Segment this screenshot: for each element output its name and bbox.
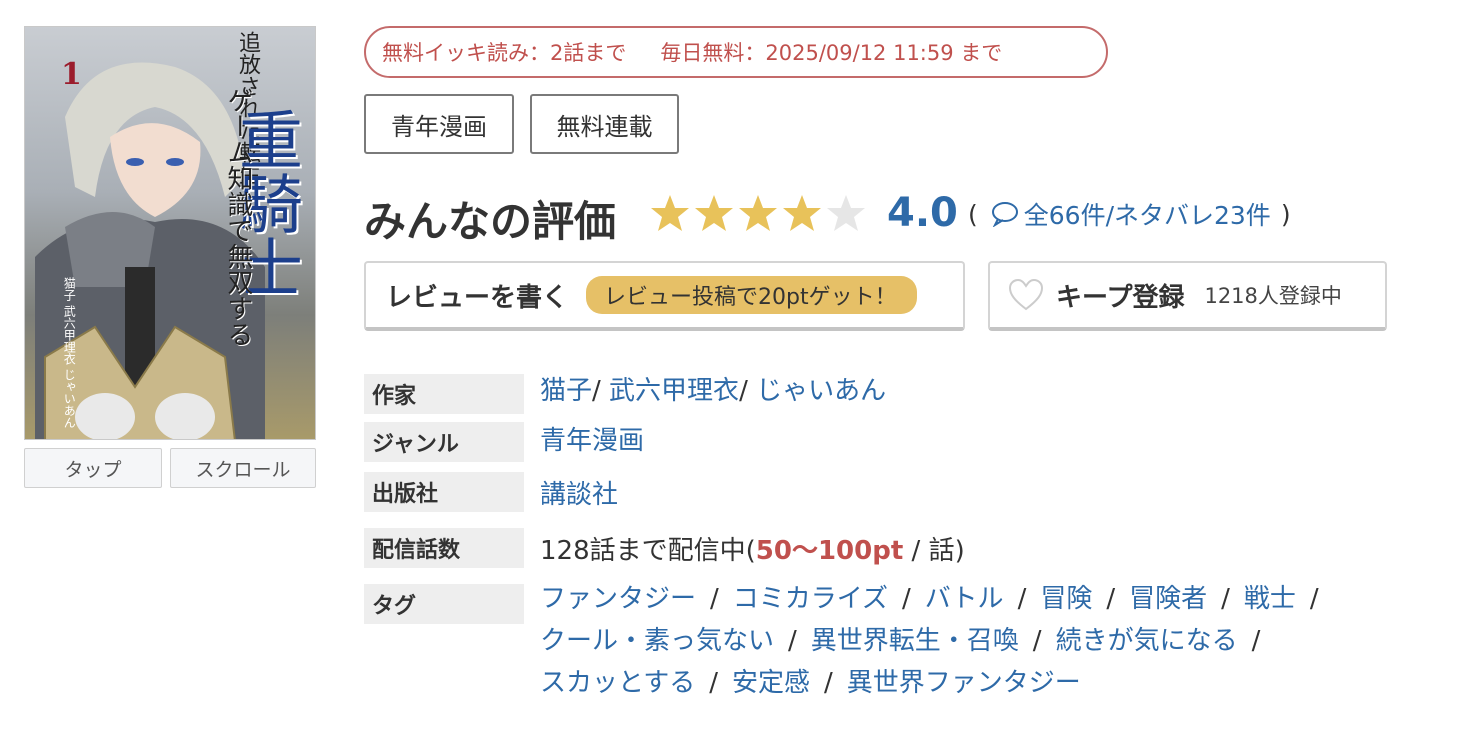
tap-viewer-button[interactable]: タップ xyxy=(24,448,162,488)
tags-label: タグ xyxy=(364,584,524,624)
tag-separator: / xyxy=(824,668,833,698)
tag-link[interactable]: コミカライズ xyxy=(733,584,888,614)
episodes-prefix: 128話まで配信中( xyxy=(540,536,756,566)
book-cover-image[interactable]: 1 追放された転生 重騎士 ゲーム知識で無双する 猫子 武六甲理衣 じゃいあん xyxy=(24,26,316,440)
tag-separator: / xyxy=(1106,584,1116,614)
genre-link[interactable]: 青年漫画 xyxy=(540,426,644,456)
star-filled-icon xyxy=(739,195,777,231)
reviews-link[interactable]: 全66件/ネタバレ23件 xyxy=(1024,196,1271,232)
tag-separator: / xyxy=(1251,626,1261,656)
tag-link[interactable]: クール・素っ気ない xyxy=(540,626,774,656)
daily-free-text: 毎日無料：2025/09/12 11:59 まで xyxy=(660,41,1003,65)
rating-stars xyxy=(650,193,866,233)
keep-count: 1218人登録中 xyxy=(1204,284,1342,308)
tag-link[interactable]: 続きが気になる xyxy=(1056,626,1238,656)
comment-bubble-icon xyxy=(991,202,1018,227)
cover-credits: 猫子 武六甲理衣 じゃいあん xyxy=(62,277,77,429)
free-ikki-text: 無料イッキ読み：2話まで xyxy=(382,41,627,65)
write-review-label: レビューを書く xyxy=(386,282,569,313)
rating-score: 4.0 xyxy=(887,190,958,236)
author-label: 作家 xyxy=(364,374,524,414)
tag-separator: / xyxy=(1017,584,1027,614)
episodes-price: 50〜100pt xyxy=(755,536,904,566)
tag-link[interactable]: 安定感 xyxy=(732,668,810,698)
tag-seinen-manga[interactable]: 青年漫画 xyxy=(364,94,514,154)
cover-title-sub: ゲーム知識で無双する xyxy=(223,87,253,347)
author-values: 猫子/ 武六甲理衣/ じゃいあん xyxy=(540,376,887,406)
episodes-value: 128話まで配信中(50〜100pt / 話) xyxy=(540,530,965,567)
tag-separator: / xyxy=(788,626,797,656)
scroll-viewer-button[interactable]: スクロール xyxy=(170,448,316,488)
episodes-label: 配信話数 xyxy=(364,528,524,568)
tag-separator: / xyxy=(709,668,718,698)
tag-separator: / xyxy=(1309,584,1319,614)
reviews-open-paren: ( xyxy=(968,199,978,229)
write-review-button[interactable]: レビューを書く レビュー投稿で20ptゲット！ xyxy=(364,261,965,331)
publisher-label: 出版社 xyxy=(364,472,524,512)
tag-link[interactable]: ファンタジー xyxy=(540,584,696,614)
tag-free-serial[interactable]: 無料連載 xyxy=(530,94,679,154)
star-empty-icon xyxy=(827,195,865,231)
tag-link[interactable]: バトル xyxy=(925,584,1004,614)
tag-separator: / xyxy=(1221,584,1230,614)
tag-link[interactable]: スカッとする xyxy=(540,668,695,698)
publisher-value: 講談社 xyxy=(540,474,618,511)
author-link-1[interactable]: 猫子 xyxy=(540,376,592,406)
tag-separator: / xyxy=(1032,626,1042,656)
reviews-close-paren: ) xyxy=(1280,199,1291,229)
keep-label: キープ登録 xyxy=(1056,282,1185,313)
tag-link[interactable]: 戦士 xyxy=(1244,584,1296,614)
genre-value: 青年漫画 xyxy=(540,420,644,457)
star-filled-icon xyxy=(783,195,821,231)
reviews-summary: ( 全66件/ネタバレ23件 ) xyxy=(968,196,1291,232)
star-filled-icon xyxy=(695,195,733,231)
review-promo-badge: レビュー投稿で20ptゲット！ xyxy=(586,276,917,314)
star-filled-icon xyxy=(651,195,689,231)
episodes-suffix: / 話) xyxy=(903,536,965,566)
tag-separator: / xyxy=(710,584,719,614)
tag-link[interactable]: 冒険者 xyxy=(1129,584,1207,614)
publisher-link[interactable]: 講談社 xyxy=(540,480,618,510)
cover-volume-number: 1 xyxy=(61,57,82,92)
tag-link[interactable]: 異世界転生・召喚 xyxy=(811,626,1019,656)
tag-link[interactable]: 冒険 xyxy=(1040,584,1092,614)
genre-label: ジャンル xyxy=(364,422,524,462)
heart-icon xyxy=(1008,279,1044,311)
tag-separator: / xyxy=(902,584,911,614)
free-reading-banner: 無料イッキ読み：2話まで 毎日無料：2025/09/12 11:59 まで xyxy=(364,26,1108,78)
tag-link[interactable]: 異世界ファンタジー xyxy=(847,668,1081,698)
tags-list: ファンタジー / コミカライズ / バトル / 冒険 / 冒険者 / 戦士 / クール・素っ気ない / 異世… xyxy=(540,578,1340,704)
rating-title: みんなの評価 xyxy=(364,197,617,246)
author-link-2[interactable]: 武六甲理衣 xyxy=(609,376,739,406)
keep-button[interactable]: キープ登録 1218人登録中 xyxy=(988,261,1387,331)
author-link-3[interactable]: じゃいあん xyxy=(756,376,886,406)
